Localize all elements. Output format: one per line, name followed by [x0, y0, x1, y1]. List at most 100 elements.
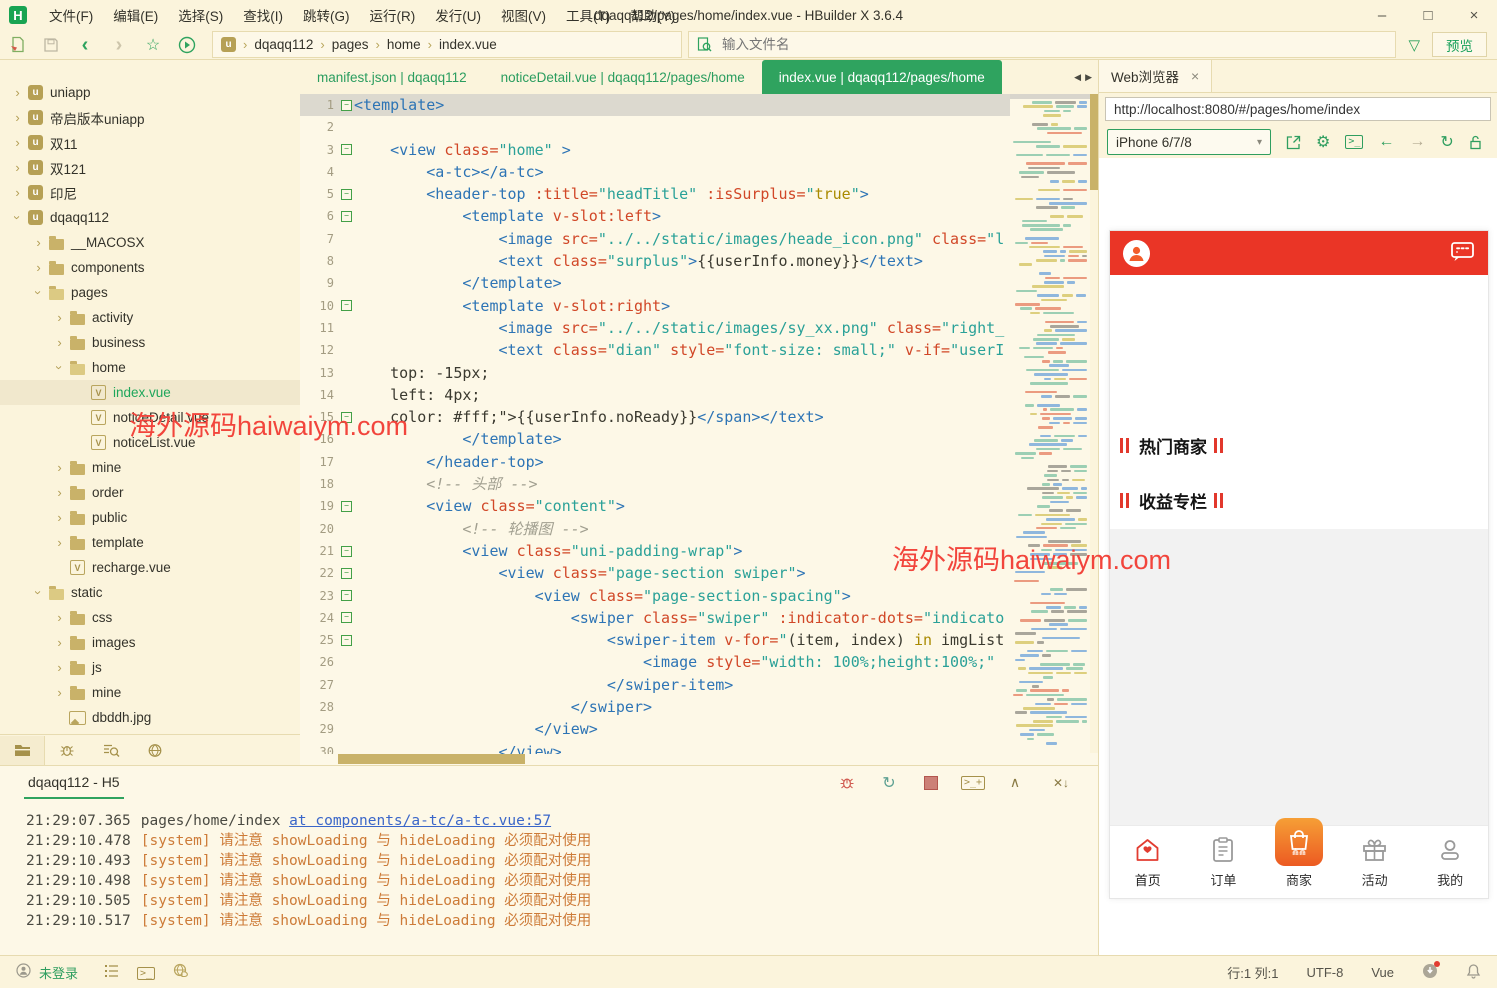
tree-chevron-icon[interactable]: › [31, 285, 46, 300]
code-line[interactable]: 8 <text class="surplus">{{userInfo.money… [300, 250, 1098, 272]
editor-tab[interactable]: manifest.json | dqaqq112 [300, 60, 484, 94]
tree-item-activity[interactable]: ›activity [0, 305, 300, 330]
console-tab[interactable]: dqaqq112 - H5 [24, 767, 124, 799]
tree-chevron-icon[interactable]: › [52, 535, 67, 550]
device-selector[interactable]: iPhone 6/7/8 ▾ [1107, 129, 1271, 155]
code-line[interactable]: 10− <template v-slot:right> [300, 295, 1098, 317]
tree-item-template[interactable]: ›template [0, 530, 300, 555]
maximize-button[interactable]: □ [1405, 0, 1451, 30]
code-line[interactable]: 26 <image style="width: 100%;height:100%… [300, 651, 1098, 673]
breadcrumb-item[interactable]: pages [332, 37, 369, 52]
code-line[interactable]: 29 </view> [300, 718, 1098, 740]
preview-button[interactable]: 预览 [1432, 32, 1487, 57]
code-line[interactable]: 3− <view class="home" > [300, 139, 1098, 161]
open-in-browser-icon[interactable] [1286, 135, 1301, 150]
tree-item-business[interactable]: ›business [0, 330, 300, 355]
tree-chevron-icon[interactable]: › [10, 85, 25, 100]
breadcrumb-item[interactable]: home [387, 37, 421, 52]
url-input[interactable] [1105, 97, 1491, 121]
tree-item-mine[interactable]: ›mine [0, 455, 300, 480]
fold-marker-icon[interactable]: − [339, 540, 354, 562]
tree-item-uniapp[interactable]: ›uuniapp [0, 80, 300, 105]
tab-bar-item-我的[interactable]: 我的 [1412, 826, 1488, 898]
fold-marker-icon[interactable]: − [339, 139, 354, 161]
tree-chevron-icon[interactable]: › [52, 335, 67, 350]
stop-icon[interactable] [922, 774, 940, 792]
tree-chevron-icon[interactable]: › [31, 235, 46, 250]
editor-tab[interactable]: index.vue | dqaqq112/pages/home [762, 60, 1002, 94]
code-line[interactable]: 24− <swiper class="swiper" :indicator-do… [300, 607, 1098, 629]
fold-marker-icon[interactable]: − [339, 295, 354, 317]
tree-item-js[interactable]: ›js [0, 655, 300, 680]
restart-icon[interactable]: ↻ [880, 774, 898, 792]
tree-chevron-icon[interactable]: › [31, 585, 46, 600]
code-area[interactable]: 1−<template>23− <view class="home" >4 <a… [300, 94, 1098, 765]
tree-item-static[interactable]: ›static [0, 580, 300, 605]
tree-chevron-icon[interactable]: › [10, 185, 25, 200]
code-line[interactable]: 19− <view class="content"> [300, 495, 1098, 517]
tree-chevron-icon[interactable]: › [52, 610, 67, 625]
breadcrumb-item[interactable]: dqaqq112 [254, 37, 313, 52]
code-line[interactable]: 21− <view class="uni-padding-wrap"> [300, 540, 1098, 562]
tab-bar-item-首页[interactable]: 首页 [1110, 826, 1186, 898]
menu-item[interactable]: 查找(I) [233, 5, 293, 25]
tab-prev-icon[interactable]: ◀ [1074, 72, 1081, 83]
tree-item-components[interactable]: ›components [0, 255, 300, 280]
tree-chevron-icon[interactable]: › [10, 210, 25, 225]
tree-chevron-icon[interactable]: › [52, 635, 67, 650]
menu-item[interactable]: 发行(U) [425, 5, 491, 25]
vertical-scrollbar[interactable] [1090, 94, 1098, 753]
log-source-link[interactable]: at components/a-tc/a-tc.vue:57 [289, 813, 551, 829]
code-line[interactable]: 14 left: 4px; [300, 384, 1098, 406]
tree-chevron-icon[interactable]: › [52, 310, 67, 325]
fold-marker-icon[interactable]: − [339, 607, 354, 629]
bell-icon[interactable] [1466, 963, 1481, 982]
tab-bar-item-活动[interactable]: 活动 [1337, 826, 1413, 898]
tree-item-index.vue[interactable]: Vindex.vue [0, 380, 300, 405]
new-file-icon[interactable] [0, 31, 34, 59]
search-input[interactable] [720, 36, 1387, 53]
collapse-icon[interactable]: ∧ [1006, 774, 1024, 792]
tree-item-order[interactable]: ›order [0, 480, 300, 505]
tree-item-css[interactable]: ›css [0, 605, 300, 630]
tree-chevron-icon[interactable]: › [52, 485, 67, 500]
menu-item[interactable]: 视图(V) [491, 5, 556, 25]
browser-tab[interactable]: Web浏览器 × [1099, 60, 1212, 92]
tree-item-recharge.vue[interactable]: Vrecharge.vue [0, 555, 300, 580]
folder-tab-icon[interactable] [0, 736, 45, 765]
code-line[interactable]: 12 <text class="dian" style="font-size: … [300, 339, 1098, 361]
encoding[interactable]: UTF-8 [1307, 965, 1344, 980]
tree-item-双11[interactable]: ›u双11 [0, 130, 300, 155]
star-icon[interactable]: ☆ [136, 31, 170, 59]
tree-item-mine[interactable]: ›mine [0, 680, 300, 705]
breadcrumb-item[interactable]: index.vue [439, 37, 497, 52]
code-line[interactable]: 4 <a-tc></a-tc> [300, 161, 1098, 183]
tree-chevron-icon[interactable]: › [52, 510, 67, 525]
fold-marker-icon[interactable]: − [339, 183, 354, 205]
update-icon[interactable] [1422, 963, 1438, 982]
tree-item-home[interactable]: ›home [0, 355, 300, 380]
tree-item-双121[interactable]: ›u双121 [0, 155, 300, 180]
terminal-icon[interactable]: >_ [137, 964, 155, 980]
code-line[interactable]: 18 <!-- 头部 --> [300, 473, 1098, 495]
avatar[interactable] [1123, 240, 1150, 267]
vertical-scrollbar-thumb[interactable] [1090, 94, 1098, 190]
save-icon[interactable] [34, 31, 68, 59]
tab-bar-item-商家[interactable]: 鑫鑫商家 [1261, 826, 1337, 898]
close-button[interactable]: × [1451, 0, 1497, 30]
bug-icon[interactable] [838, 774, 856, 792]
language-mode[interactable]: Vue [1371, 965, 1394, 980]
code-line[interactable]: 5− <header-top :title="headTitle" :isSur… [300, 183, 1098, 205]
code-line[interactable]: 1−<template> [300, 94, 1098, 116]
tree-item-dqaqq112[interactable]: ›udqaqq112 [0, 205, 300, 230]
settings-icon[interactable]: ⚙ [1316, 132, 1330, 152]
globe-icon[interactable] [133, 736, 177, 765]
tree-chevron-icon[interactable]: › [52, 660, 67, 675]
globe-icon[interactable] [173, 963, 189, 981]
tab-scroll-arrows[interactable]: ◀ ▶ [1074, 60, 1098, 94]
run-icon[interactable] [170, 31, 204, 59]
code-line[interactable]: 11 <image src="../../static/images/sy_xx… [300, 317, 1098, 339]
code-line[interactable]: 9 </template> [300, 272, 1098, 294]
fold-marker-icon[interactable]: − [339, 406, 354, 428]
nav-back-icon[interactable]: ← [1378, 133, 1394, 151]
